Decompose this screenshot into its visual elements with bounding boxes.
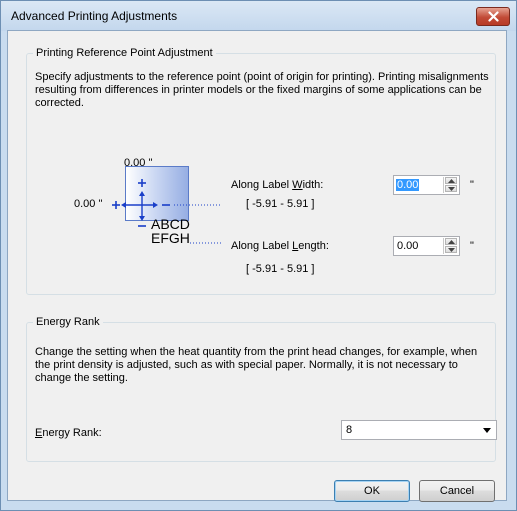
close-icon [488,11,499,22]
chevron-down-icon [483,428,491,433]
energy-rank-selected: 8 [346,424,353,436]
spin-down-icon [448,187,455,191]
label-preview [125,166,189,221]
energy-rank-group: Energy Rank [26,315,496,462]
diagram-left-offset: 0.00 " [74,198,103,210]
energy-rank-label: Energy Rank: [35,427,102,439]
label-width-text: Along Label Width: [231,179,324,191]
cancel-button[interactable]: Cancel [419,480,495,502]
label-length-range: [ -5.91 - 5.91 ] [246,263,315,275]
width-value[interactable]: 0.00 [396,179,420,191]
reference-point-description: Specify adjustments to the reference poi… [35,71,489,109]
width-spin-buttons [443,177,458,193]
label-length-text: Along Label Length: [231,240,329,252]
close-button[interactable] [476,7,510,26]
width-unit: " [470,179,474,191]
energy-rank-dropdown[interactable]: 8 [341,420,497,440]
title-bar[interactable]: Advanced Printing Adjustments [1,1,516,31]
length-value[interactable]: 0.00 [397,240,418,252]
length-spin-buttons [443,238,458,254]
width-spinbox[interactable]: 0.00 [393,175,460,195]
length-spinbox[interactable]: 0.00 [393,236,460,256]
spin-down-icon [448,248,455,252]
energy-rank-description: Change the setting when the heat quantit… [35,346,478,384]
label-preview-line2: EFGH [151,230,190,246]
length-increment-button[interactable] [445,238,457,245]
label-width-range: [ -5.91 - 5.91 ] [246,198,315,210]
width-increment-button[interactable] [445,177,457,184]
spin-up-icon [448,240,455,244]
length-unit: " [470,240,474,252]
reference-point-group-title: Printing Reference Point Adjustment [33,46,216,60]
ok-button[interactable]: OK [334,480,410,502]
label-preview-line1: ABCD [151,216,190,232]
spin-up-icon [448,179,455,183]
energy-rank-group-title: Energy Rank [33,315,103,329]
window-title: Advanced Printing Adjustments [11,9,178,23]
width-decrement-button[interactable] [445,185,457,192]
length-decrement-button[interactable] [445,246,457,253]
